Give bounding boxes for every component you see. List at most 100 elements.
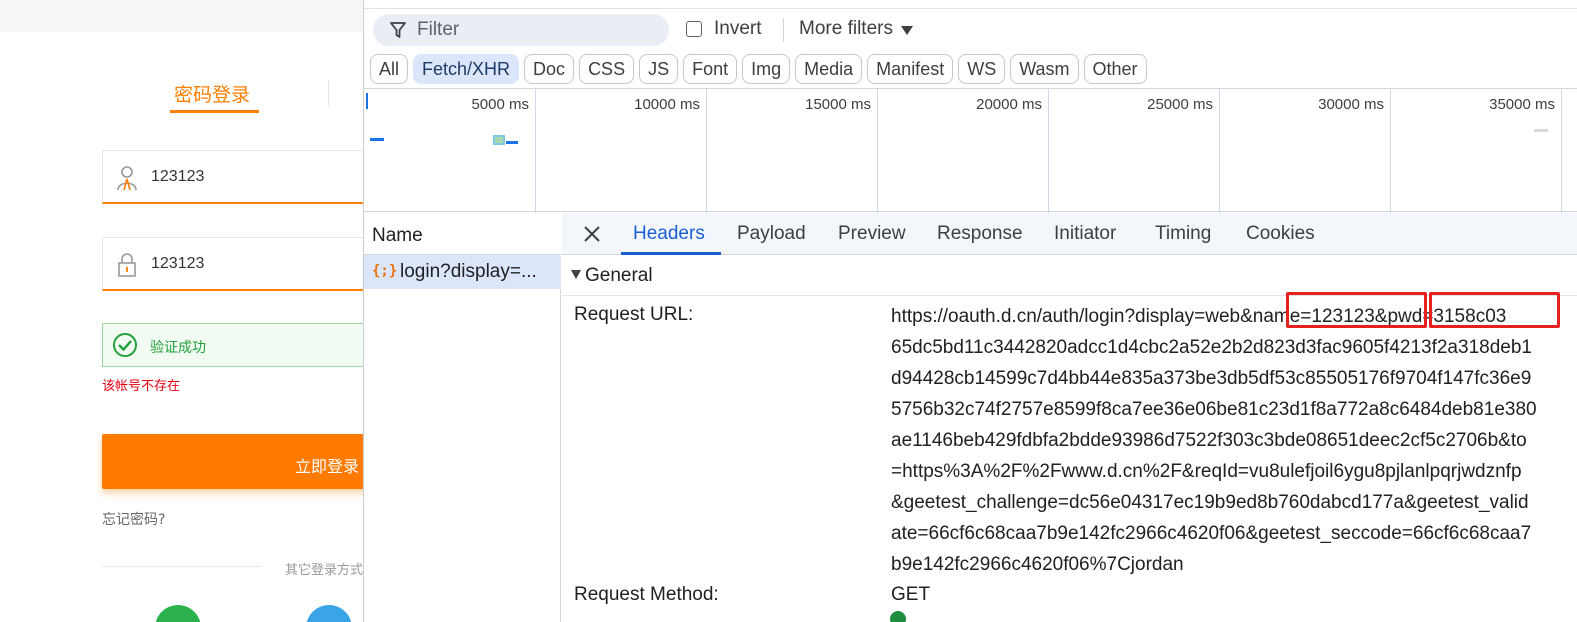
- timeline-overview[interactable]: 5000 ms 10000 ms 15000 ms 20000 ms 25000 ms 3…: [364, 88, 1577, 213]
- active-tab-underline: [621, 252, 721, 255]
- type-filter-ws[interactable]: WS: [958, 54, 1006, 84]
- type-filter-doc[interactable]: Doc: [524, 54, 575, 84]
- invert-label: Invert: [714, 18, 762, 39]
- timeline-request-bar: [506, 141, 518, 144]
- forgot-password-link[interactable]: 忘记密码?: [102, 509, 165, 529]
- tab-password-login[interactable]: 密码登录: [174, 80, 250, 107]
- more-filters-label: More filters: [799, 18, 893, 39]
- name-column-header[interactable]: Name: [364, 213, 561, 255]
- lock-icon: [118, 253, 136, 277]
- tab-cookies[interactable]: Cookies: [1246, 223, 1315, 245]
- resource-type-filters: All Fetch/XHR Doc CSS JS Font Img Media Manifest…: [370, 54, 1147, 84]
- timeline-tick-label: 5000 ms: [471, 96, 529, 113]
- xhr-icon: {;}: [372, 263, 398, 279]
- invert-checkbox[interactable]: [686, 21, 702, 37]
- username-field[interactable]: 123123: [102, 150, 363, 204]
- tab-payload[interactable]: Payload: [737, 223, 806, 245]
- timeline-gridline: [1561, 89, 1562, 213]
- tab-divider: [328, 80, 329, 106]
- timeline-gridline: [535, 89, 536, 213]
- tab-response[interactable]: Response: [937, 223, 1023, 245]
- error-message: 该帐号不存在: [102, 379, 181, 394]
- request-url-line: ate=66cf6c68caa7b9e142fc2966c4620f06&gee…: [891, 523, 1532, 544]
- filter-input-wrapper[interactable]: [373, 14, 669, 46]
- type-filter-img[interactable]: Img: [742, 54, 791, 84]
- divider-line: [102, 566, 262, 567]
- type-filter-manifest[interactable]: Manifest: [867, 54, 954, 84]
- timeline-gridline: [1048, 89, 1049, 213]
- user-icon: [117, 166, 137, 191]
- timeline-tick-label: 20000 ms: [976, 96, 1042, 113]
- request-url-line: b9e142fc2966c4620f06%7Cjordan: [891, 554, 1184, 575]
- request-name: login?display=...: [400, 261, 537, 282]
- request-url-line: d94428cb14599c7d4bb44e835a373be3db5df53c…: [891, 368, 1532, 389]
- wechat-login-icon[interactable]: [155, 605, 201, 622]
- type-filter-font[interactable]: Font: [683, 54, 738, 84]
- filter-bar: Invert More filters: [364, 0, 1577, 48]
- collapse-triangle-icon: [571, 270, 581, 279]
- request-url-line: =https%3A%2F%2Fwww.d.cn%2F&reqId=vu8ulef…: [891, 461, 1522, 482]
- request-url-line: ae1146beb429fdbfa2bdde93986d7522f303c3bd…: [891, 430, 1527, 451]
- type-filter-media[interactable]: Media: [795, 54, 863, 84]
- timeline-gridline: [1390, 89, 1391, 213]
- type-filter-all[interactable]: All: [370, 54, 409, 84]
- username-value: 123123: [151, 168, 205, 185]
- password-field[interactable]: 123123: [102, 237, 363, 291]
- type-filter-wasm[interactable]: Wasm: [1010, 54, 1079, 84]
- other-login-text: 其它登录方式: [285, 563, 363, 578]
- request-method-label: Request Method:: [574, 584, 719, 605]
- tab-preview[interactable]: Preview: [838, 223, 906, 245]
- check-circle-icon: [113, 333, 137, 357]
- filter-icon: [390, 22, 406, 38]
- timeline-request-bar: [1534, 129, 1548, 132]
- request-name-column: Name {;} login?display=...: [364, 213, 561, 622]
- tab-timing[interactable]: Timing: [1155, 223, 1211, 245]
- tab-initiator[interactable]: Initiator: [1054, 223, 1116, 245]
- request-row[interactable]: {;} login?display=...: [364, 255, 561, 289]
- timeline-gridline: [1219, 89, 1220, 213]
- type-filter-js[interactable]: JS: [639, 54, 679, 84]
- timeline-gridline: [706, 89, 707, 213]
- request-method-value: GET: [891, 584, 931, 605]
- timeline-tick-label: 25000 ms: [1147, 96, 1213, 113]
- detail-tabs-bar: Headers Payload Preview Response Initiator Ti…: [562, 213, 1577, 255]
- highlight-box-name-param: [1286, 292, 1427, 328]
- devtools-network-panel: Invert More filters AllFetch/XHRDocCSSJS…: [363, 0, 1577, 622]
- request-url-label: Request URL:: [574, 304, 694, 325]
- timeline-gridline: [877, 89, 878, 213]
- request-url-line: 65dc5bd11c3442820adcc1d4cbc2a52e2b2d823d…: [891, 337, 1532, 358]
- request-detail-pane: Headers Payload Preview Response Initiator Ti…: [562, 213, 1577, 622]
- timeline-tick-label: 15000 ms: [805, 96, 871, 113]
- password-value: 123123: [151, 255, 205, 272]
- timeline-tick-label: 30000 ms: [1318, 96, 1384, 113]
- tab-headers[interactable]: Headers: [633, 223, 705, 245]
- type-filter-other[interactable]: Other: [1083, 54, 1147, 84]
- status-dot-icon: [890, 611, 906, 622]
- toolbar-separator: [783, 18, 784, 42]
- timeline-cursor: [366, 93, 368, 109]
- type-filter-css[interactable]: CSS: [579, 54, 635, 84]
- timeline-request-bar: [493, 135, 505, 145]
- more-filters-dropdown[interactable]: More filters: [799, 18, 913, 40]
- general-section-header[interactable]: General: [562, 256, 1577, 296]
- request-url-line: 5756b32c74f2757e8599f8ca7ee36e06be81c23d…: [891, 399, 1537, 420]
- timeline-tick-label: 35000 ms: [1489, 96, 1555, 113]
- verify-success-text: 验证成功: [150, 340, 206, 356]
- timeline-tick-label: 10000 ms: [634, 96, 700, 113]
- filter-input[interactable]: [417, 18, 657, 42]
- general-title: General: [585, 265, 653, 286]
- login-button[interactable]: 立即登录: [102, 434, 363, 489]
- request-url-value: https://oauth.d.cn/auth/login?display=we…: [891, 301, 1577, 580]
- type-filter-fetchxhr[interactable]: Fetch/XHR: [413, 54, 520, 84]
- login-page: 密码登录 123123 123123 验证成功 该帐号不存在 立即登录 忘记密码…: [0, 0, 363, 622]
- name-header-label: Name: [372, 225, 423, 246]
- page-top-band: [0, 0, 363, 32]
- qq-login-icon[interactable]: [306, 605, 352, 622]
- captcha-verify-box[interactable]: 验证成功: [102, 323, 363, 367]
- highlight-box-pwd-param: [1429, 292, 1560, 328]
- timeline-request-bar: [370, 138, 384, 141]
- close-icon[interactable]: [580, 222, 604, 246]
- request-url-line: &geetest_challenge=dc56e04317ec19b9ed8b7…: [891, 492, 1529, 513]
- tab-active-underline: [170, 110, 259, 113]
- login-button-label: 立即登录: [295, 457, 360, 476]
